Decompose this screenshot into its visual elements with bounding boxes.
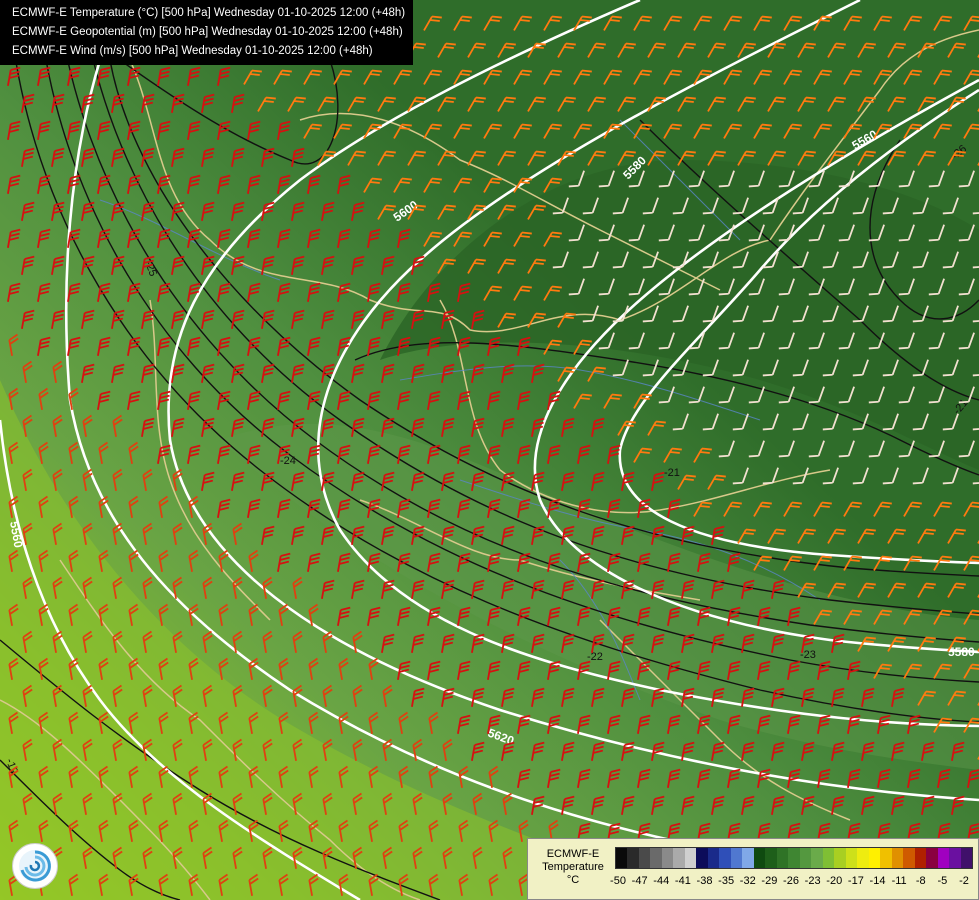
legend-color-swatch — [891, 848, 904, 868]
legend-title: ECMWF-E Temperature °C — [534, 848, 612, 887]
legend-color-swatch — [753, 848, 766, 868]
legend-tick-label: -20 — [826, 875, 843, 887]
weather-map: 5600 5580 5560 5560 5580 5620 -25 -24 -2… — [0, 0, 979, 900]
legend-color-swatch — [765, 848, 777, 868]
header-line-geopotential: ECMWF-E Geopotential (m) [500 hPa] Wedne… — [12, 26, 403, 38]
legend-unit: °C — [566, 874, 580, 886]
legend-color-swatch — [661, 848, 674, 868]
isotherm-label: -24 — [280, 455, 296, 467]
legend-tick-label: -11 — [891, 875, 907, 887]
legend-color-swatch — [926, 848, 938, 868]
legend-color-swatch — [949, 848, 961, 868]
map-header: ECMWF-E Temperature (°C) [500 hPa] Wedne… — [0, 0, 414, 65]
legend-color-swatch — [730, 848, 743, 868]
legend-color-swatch — [684, 848, 697, 868]
legend-color-swatch — [638, 848, 651, 868]
legend-tick-label: -14 — [869, 875, 886, 887]
legend-color-swatch — [834, 848, 846, 868]
legend-tick-label: -44 — [653, 875, 670, 887]
legend-color-swatch — [799, 848, 812, 868]
legend-tick-label: -47 — [631, 875, 648, 887]
legend-title-line2: Temperature — [542, 861, 604, 873]
legend-color-swatch — [960, 848, 973, 868]
temperature-legend: ECMWF-E Temperature °C -50 -47 -44 -41 -38 -3… — [527, 838, 979, 900]
legend-tick-label: -32 — [739, 875, 756, 887]
legend-color-swatch — [845, 848, 858, 868]
legend-color-swatch — [696, 848, 708, 868]
legend-tick-label: -2 — [959, 875, 969, 887]
legend-color-swatch — [673, 848, 685, 868]
legend-color-swatch — [914, 848, 927, 868]
legend-tick-label: -38 — [696, 875, 713, 887]
legend-tick-label: -50 — [610, 875, 626, 887]
ecmwf-logo-icon — [12, 843, 58, 889]
legend-color-swatch — [880, 848, 892, 868]
legend-color-swatch — [742, 848, 754, 868]
legend-color-swatch — [719, 848, 731, 868]
legend-color-bar — [615, 847, 973, 869]
legend-color-swatch — [616, 848, 628, 868]
legend-tick-label: -17 — [847, 875, 864, 887]
legend-color-swatch — [650, 848, 662, 868]
legend-tick-label: -29 — [761, 875, 778, 887]
legend-color-swatch — [627, 848, 639, 868]
legend-tick-label: -23 — [804, 875, 821, 887]
legend-tick-label: -8 — [915, 875, 926, 887]
legend-tick-label: -35 — [718, 875, 735, 887]
legend-tick-label: -41 — [674, 875, 691, 887]
isotherm-label: -21 — [664, 467, 680, 479]
legend-color-swatch — [857, 848, 869, 868]
geopotential-label: 5580 — [948, 645, 975, 659]
legend-color-swatch — [903, 848, 915, 868]
header-line-wind: ECMWF-E Wind (m/s) [500 hPa] Wednesday 0… — [12, 45, 373, 57]
legend-tick-label: -26 — [783, 875, 799, 887]
legend-color-swatch — [788, 848, 800, 868]
legend-color-swatch — [937, 848, 950, 868]
legend-color-swatch — [822, 848, 835, 868]
legend-title-line1: ECMWF-E — [546, 848, 600, 860]
legend-color-swatch — [707, 848, 720, 868]
legend-color-swatch — [868, 848, 881, 868]
legend-color-swatch — [811, 848, 823, 868]
legend-color-swatch — [776, 848, 789, 868]
legend-ticks: -50 -47 -44 -41 -38 -35 -32 -29 -26 -23 -20 -17 -14-… — [610, 875, 972, 889]
legend-tick-label: -5 — [937, 875, 948, 887]
header-line-temperature: ECMWF-E Temperature (°C) [500 hPa] Wedne… — [12, 7, 406, 19]
